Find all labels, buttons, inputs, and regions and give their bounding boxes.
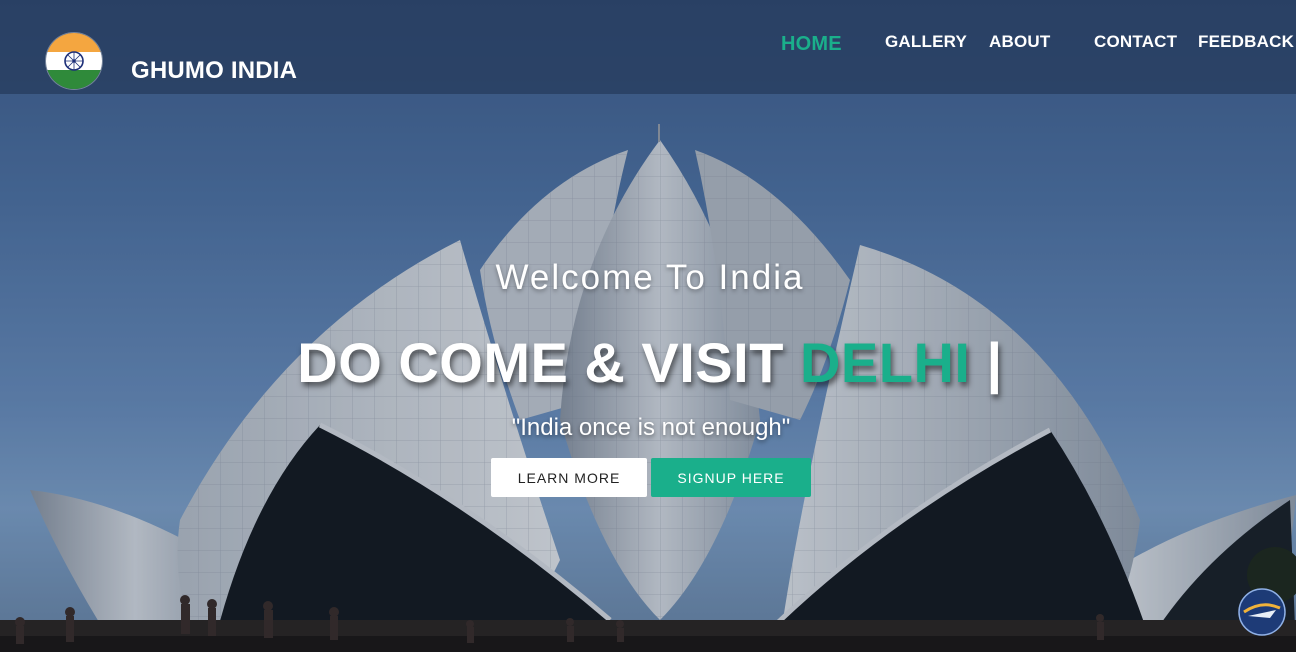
site-brand-name[interactable]: GHUMO INDIA — [131, 57, 297, 85]
nav-gallery-link[interactable]: GALLERY — [885, 32, 967, 52]
hero-overlay — [0, 0, 1296, 652]
india-flag-emblem-icon[interactable] — [46, 33, 102, 89]
nav-home-link[interactable]: HOME — [781, 33, 842, 56]
hero-headline: DO COME & VISIT DELHI | — [0, 330, 1296, 395]
travel-badge-icon — [1236, 586, 1288, 638]
learn-more-button[interactable]: LEARN MORE — [491, 458, 647, 497]
nav-feedback-link[interactable]: FEEDBACK — [1198, 32, 1294, 52]
welcome-heading: Welcome To India — [495, 258, 805, 297]
nav-about-link[interactable]: ABOUT — [989, 32, 1050, 52]
nav-contact-link[interactable]: CONTACT — [1094, 32, 1177, 52]
hero-tagline: "India once is not enough" — [511, 414, 791, 441]
top-navbar: GHUMO INDIA HOME GALLERY ABOUT CONTACT F… — [0, 0, 1296, 94]
headline-cursor: | — [970, 331, 1003, 394]
headline-city: DELHI — [799, 331, 971, 394]
headline-prefix: DO COME & VISIT — [297, 331, 800, 394]
signup-button[interactable]: SIGNUP HERE — [651, 458, 811, 497]
